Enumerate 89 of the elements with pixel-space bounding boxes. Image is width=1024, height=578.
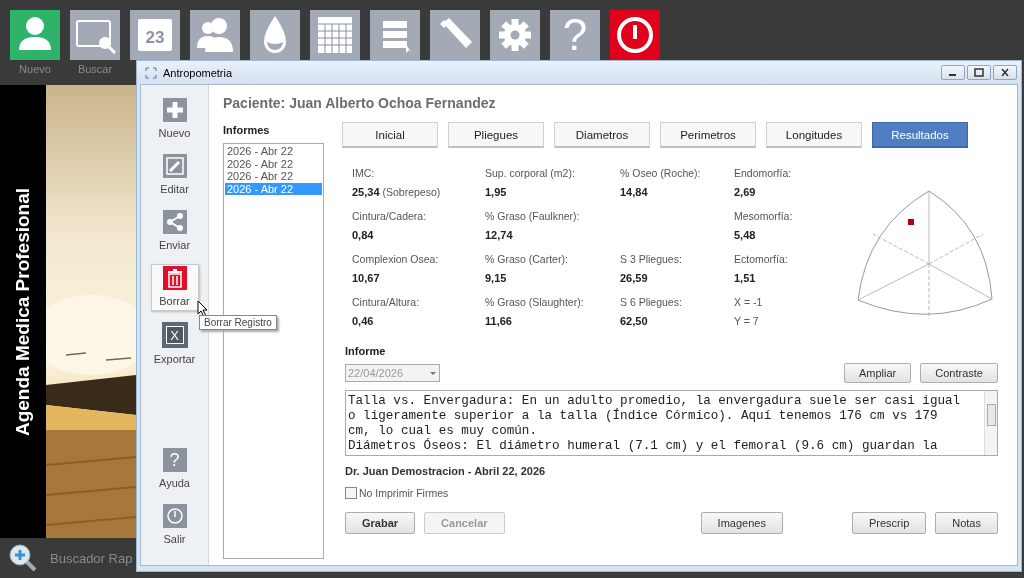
measure-value: 10,67 [352, 271, 381, 285]
app-title: Agenda Medica Profesional [12, 187, 34, 436]
measure-value: 2,69 [734, 185, 757, 199]
report-item[interactable]: 2026 - Abr 22 [225, 170, 322, 183]
quick-search-label: Buscador Rap [50, 550, 133, 566]
help-icon: ? [162, 448, 187, 472]
tab[interactable]: Perimetros [660, 122, 756, 148]
action-button[interactable]: Grabar [345, 512, 416, 534]
grid-tool-button[interactable] [310, 10, 360, 60]
measure-value: 14,84 [620, 185, 649, 199]
measure-label: % Graso (Carter): [485, 252, 569, 266]
sidebar-item[interactable]: ? Ayuda [150, 446, 199, 493]
measure-label: % Graso (Slaughter): [485, 295, 585, 309]
section-label: Informe [345, 345, 387, 357]
measure-value: 9,15 [485, 271, 508, 285]
checkbox[interactable] [345, 487, 357, 499]
measure-label: % Oseo (Roche): [620, 166, 702, 180]
measure-label: IMC: [352, 166, 376, 180]
power-tool-button[interactable] [610, 10, 660, 60]
tooltip: Borrar Registro [199, 315, 277, 330]
measure-value: 11,66 [485, 314, 513, 328]
toolbar-button[interactable]: Ampliar [844, 363, 912, 383]
tab[interactable]: Resultados [872, 122, 968, 148]
measure-value: 0,46 [352, 314, 375, 328]
signature-text: Dr. Juan Demostracion - Abril 22, 2026 [345, 465, 547, 477]
gear-tool-button[interactable] [490, 10, 540, 60]
close-icon [1000, 68, 1010, 77]
list-tool-button[interactable] [370, 10, 420, 60]
measure-label: Cintura/Altura: [352, 295, 421, 309]
measure-value: 62,50 [620, 314, 649, 328]
maximize-icon [974, 68, 984, 77]
people-tool-button[interactable] [190, 10, 240, 60]
coordinate-text: Y = 7 [734, 314, 760, 328]
sidebar-item[interactable]: X Exportar [150, 320, 199, 369]
tool-label: Buscar [77, 63, 113, 75]
tab[interactable]: Longitudes [766, 122, 862, 148]
maximize-button[interactable] [967, 65, 991, 80]
measure-label: Ectomorfía: [734, 252, 789, 266]
share-icon [162, 210, 187, 234]
toolbar-button[interactable]: Contraste [920, 363, 998, 383]
search-icon[interactable] [8, 543, 38, 573]
person-tool-button[interactable] [10, 10, 60, 60]
power-icon [162, 504, 187, 528]
sidebar-item[interactable]: Salir [150, 502, 199, 549]
action-button[interactable]: Notas [935, 512, 998, 534]
measure-label: % Graso (Faulkner): [485, 209, 581, 223]
sidebar-item[interactable]: Borrar [150, 264, 199, 311]
screen-search-tool-button[interactable] [70, 10, 120, 60]
action-button[interactable]: Imagenes [700, 512, 783, 534]
action-button[interactable]: Prescrip [851, 512, 927, 534]
report-item[interactable]: 2026 - Abr 22 [225, 145, 322, 158]
measure-value: 25,34 (Sobrepeso) [352, 185, 442, 199]
minimize-button[interactable] [941, 65, 965, 80]
trash-icon [162, 266, 187, 290]
patient-name: Paciente: Juan Alberto Ochoa Fernandez [223, 95, 497, 113]
drop-tool-button[interactable] [250, 10, 300, 60]
window-icon [145, 66, 157, 79]
measure-label: Cintura/Cadera: [352, 209, 428, 223]
plus-icon [162, 98, 187, 122]
edit-icon [162, 154, 187, 178]
measure-value: 12,74 [485, 228, 514, 242]
measure-label: Complexion Osea: [352, 252, 440, 266]
sidebar-item[interactable]: Nuevo [150, 96, 199, 143]
measure-value: 5,48 [734, 228, 757, 242]
measure-label: Mesomorfía: [734, 209, 794, 223]
sidebar-item[interactable]: Enviar [150, 208, 199, 255]
excel-icon: X [161, 322, 188, 348]
cursor-icon [197, 300, 209, 318]
checkbox-label: No Imprimir Firmes [359, 487, 449, 499]
close-button[interactable] [993, 65, 1017, 80]
measure-value: 1,51 [734, 271, 757, 285]
measure-value: 26,59 [620, 271, 649, 285]
measure-value: 1,95 [485, 185, 508, 199]
measure-value: 0,84 [352, 228, 375, 242]
sidebar-item[interactable]: Editar [150, 152, 199, 199]
coordinate-text: X = -1 [734, 295, 764, 309]
tab[interactable]: Inicial [342, 122, 438, 148]
measure-label: S 6 Pliegues: [620, 295, 683, 309]
section-label: Informes [223, 124, 271, 138]
tool-label: Nuevo [19, 63, 51, 75]
window-title: Antropometria [163, 66, 234, 79]
measure-label: S 3 Pliegues: [620, 252, 683, 266]
measure-label: Endomorfía: [734, 166, 793, 180]
measure-label: Sup. corporal (m2): [485, 166, 576, 180]
report-item[interactable]: 2026 - Abr 22 [225, 157, 322, 170]
tab[interactable]: Pliegues [448, 122, 544, 148]
tab[interactable]: Diametros [554, 122, 650, 148]
report-text-field[interactable]: Talla vs. Envergadura: En un adulto promedio, la envergadura suele ser casi igual o ligeramente superior a la talla (Índice Córmico). Aquí tenemos 176 cm vs 179 cm, lo cual es muy común. Diámetros Óseos: El diámetro humeral (7.1 cm) y el femoral (9.6 cm) guardan la [345, 390, 998, 456]
pen-tool-button[interactable] [430, 10, 480, 60]
